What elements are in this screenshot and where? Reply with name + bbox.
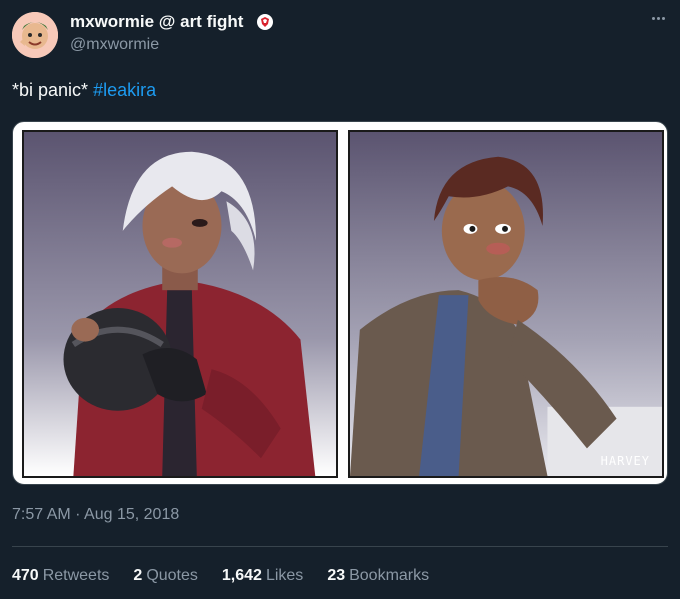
art-fight-badge-icon	[256, 13, 274, 31]
comic-panel-left	[22, 130, 338, 478]
bookmarks-count: 23	[327, 567, 346, 584]
divider	[12, 546, 668, 547]
comic-panel-right: HARVEY	[348, 130, 664, 478]
tweet-text: *bi panic* #leakira	[12, 80, 156, 101]
retweets-label: Retweets	[42, 567, 110, 584]
bookmarks-stat[interactable]: 23 Bookmarks	[327, 567, 429, 585]
more-options-icon[interactable]	[648, 8, 668, 28]
tweet-timestamp[interactable]: 7:57 AM · Aug 15, 2018	[12, 506, 179, 524]
tweet-media[interactable]: HARVEY	[12, 121, 668, 485]
avatar-image	[12, 12, 58, 58]
quotes-label: Quotes	[146, 567, 198, 584]
tweet-time: 7:57 AM	[12, 506, 71, 523]
display-name[interactable]: mxwormie @ art fight	[70, 12, 243, 32]
tweet-header: mxwormie @ art fight @mxwormie	[0, 0, 680, 70]
likes-stat[interactable]: 1,642 Likes	[222, 567, 303, 585]
tweet-date: Aug 15, 2018	[84, 506, 180, 523]
quotes-stat[interactable]: 2 Quotes	[133, 567, 198, 585]
retweets-count: 470	[12, 567, 39, 584]
tweet-stats: 470 Retweets 2 Quotes 1,642 Likes 23 Bookmar…	[12, 567, 429, 585]
avatar[interactable]	[12, 12, 58, 58]
timestamp-separator: ·	[70, 506, 85, 523]
retweets-stat[interactable]: 470 Retweets	[12, 567, 109, 585]
tweet-text-body: *bi panic*	[12, 80, 94, 100]
quotes-count: 2	[133, 567, 143, 584]
artist-signature: HARVEY	[600, 454, 650, 468]
likes-count: 1,642	[221, 567, 262, 584]
bookmarks-label: Bookmarks	[349, 567, 430, 584]
user-handle[interactable]: @mxwormie	[70, 36, 159, 54]
likes-label: Likes	[265, 567, 304, 584]
hashtag-link[interactable]: #leakira	[93, 80, 156, 100]
